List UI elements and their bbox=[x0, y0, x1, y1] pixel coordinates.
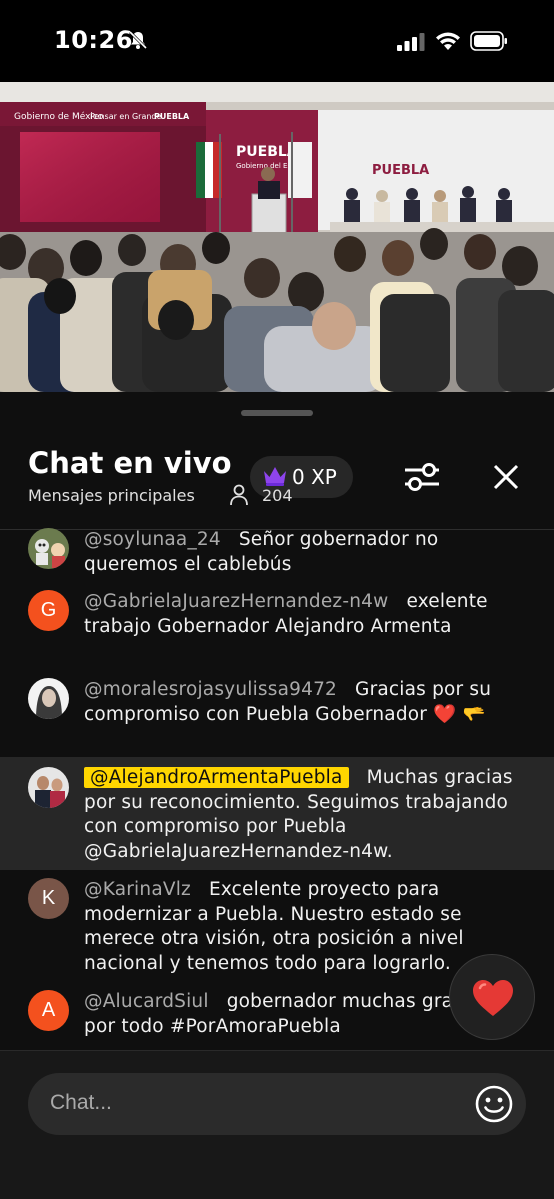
emoji-icon[interactable] bbox=[474, 1084, 514, 1124]
chat-filter-dropdown[interactable]: Mensajes principales bbox=[28, 486, 195, 505]
status-bar: 10:26 bbox=[0, 0, 554, 82]
avatar bbox=[28, 678, 69, 719]
banner-logo-1: Pensar en Grande bbox=[90, 112, 162, 121]
video-frame: Gobierno de México Pensar en Grande PUEB… bbox=[0, 82, 554, 392]
live-video[interactable]: Gobierno de México Pensar en Grande PUEB… bbox=[0, 82, 554, 392]
message-author[interactable]: @KarinaVlz bbox=[84, 879, 191, 900]
message-author[interactable]: @soylunaa_24 bbox=[84, 529, 221, 550]
message-author[interactable]: @moralesrojasyulissa9472 bbox=[84, 679, 337, 700]
viewer-count: 204 bbox=[262, 486, 293, 505]
avatar-letter: A bbox=[41, 999, 56, 1021]
message-author[interactable]: @GabrielaJuarezHernandez-n4w bbox=[84, 591, 388, 612]
xp-value: 0 XP bbox=[292, 465, 337, 489]
banner-logo-2: PUEBLA bbox=[154, 112, 190, 121]
avatar-letter: K bbox=[41, 887, 56, 909]
tune-icon[interactable] bbox=[403, 460, 441, 494]
drag-handle[interactable] bbox=[241, 410, 313, 416]
avatar bbox=[28, 767, 69, 808]
message-body: @GabrielaJuarezHernandez-n4w exelente tra… bbox=[84, 590, 524, 639]
chat-message[interactable]: G @GabrielaJuarezHernandez-n4w exelente t… bbox=[0, 590, 554, 666]
crown-icon bbox=[264, 467, 286, 486]
avatar: A bbox=[28, 990, 69, 1031]
chat-input-placeholder: Chat... bbox=[50, 1091, 112, 1114]
avatar-letter: G bbox=[40, 599, 57, 621]
avatar bbox=[28, 528, 69, 569]
backdrop-right: PUEBLA bbox=[372, 163, 429, 178]
bell-slash-icon bbox=[128, 30, 148, 50]
message-body: @AlejandroArmentaPuebla Muchas gracias po… bbox=[84, 766, 524, 864]
heart-icon bbox=[473, 980, 513, 1016]
reaction-button[interactable] bbox=[449, 954, 535, 1040]
battery-icon bbox=[470, 31, 507, 51]
status-time: 10:26 bbox=[54, 26, 133, 54]
wifi-icon bbox=[436, 32, 460, 50]
avatar: G bbox=[28, 590, 69, 631]
message-body: @moralesrojasyulissa9472 Gracias por su c… bbox=[84, 678, 524, 727]
owner-badge-author[interactable]: @AlejandroArmentaPuebla bbox=[84, 767, 349, 788]
signal-icon bbox=[397, 33, 425, 51]
chat-title: Chat en vivo bbox=[28, 446, 232, 480]
chat-message-owner[interactable]: @AlejandroArmentaPuebla Muchas gracias po… bbox=[0, 757, 554, 870]
avatar: K bbox=[28, 878, 69, 919]
chat-message[interactable]: @moralesrojasyulissa9472 Gracias por su c… bbox=[0, 678, 554, 754]
message-body: @soylunaa_24 Señor gobernador no queremos… bbox=[84, 528, 524, 577]
chat-input-bar: Chat... bbox=[0, 1050, 554, 1199]
chat-input[interactable]: Chat... bbox=[28, 1073, 526, 1135]
close-icon[interactable] bbox=[491, 462, 521, 492]
chat-message[interactable]: @soylunaa_24 Señor gobernador no queremos… bbox=[0, 528, 554, 582]
message-body: @KarinaVlz Excelente proyecto para modern… bbox=[84, 878, 524, 976]
person-icon bbox=[230, 484, 248, 506]
message-author[interactable]: @AlucardSiul bbox=[84, 991, 209, 1012]
